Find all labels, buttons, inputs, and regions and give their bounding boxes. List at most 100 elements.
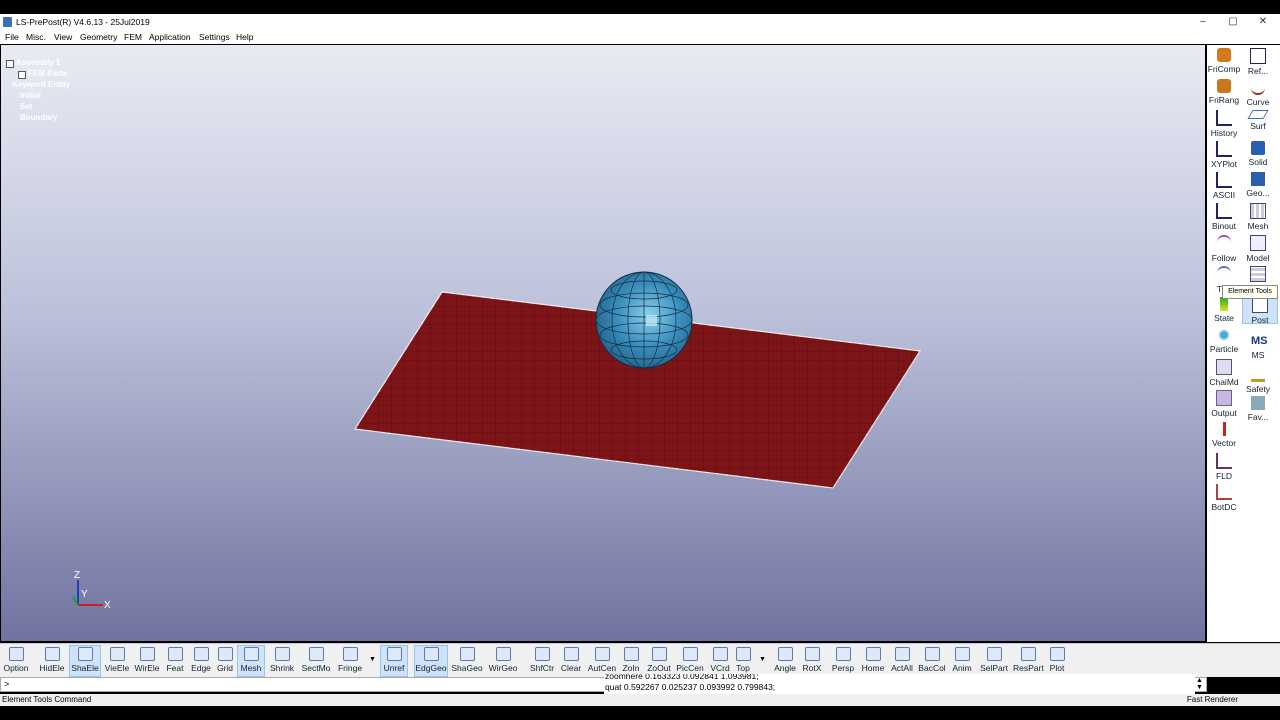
toolbar-piccen-button[interactable]: PicCen [675,646,705,676]
element-tools-button[interactable] [1241,266,1275,284]
mesh-icon [1250,203,1266,219]
mesh-button[interactable]: Mesh [1241,203,1275,231]
favorites-button[interactable]: Fav... [1241,396,1275,422]
view-coord-icon [712,647,728,661]
close-button[interactable]: ✕ [1252,15,1274,29]
solid-button[interactable]: Solid [1241,141,1275,167]
surface-button[interactable]: Surf [1241,110,1275,131]
fringe-dropdown-icon[interactable]: ▼ [369,656,376,663]
menu-view[interactable]: View [54,32,72,42]
toolbar-wirele-button[interactable]: WirEle [133,646,161,676]
toolbar-label: Angle [774,663,796,673]
minimize-button[interactable]: – [1192,15,1214,29]
history-button[interactable]: History [1207,110,1241,138]
toolbar-hidele-button[interactable]: HidEle [37,646,67,676]
curve-button[interactable]: Curve [1241,79,1275,107]
frirang-button[interactable]: FriRang [1207,79,1241,105]
toolbar-shaele-button[interactable]: ShaEle [69,645,101,677]
toolbar-home-button[interactable]: Home [861,646,885,676]
tree-checkbox-fem-parts[interactable] [18,71,26,79]
toolbar-persp-button[interactable]: Persp [831,646,855,676]
menu-file[interactable]: File [5,32,19,42]
menu-geometry[interactable]: Geometry [80,32,117,42]
menu-help[interactable]: Help [236,32,253,42]
toolbar-option-button[interactable]: Option [3,646,29,676]
toolbar-selpart-button[interactable]: SelPart [979,646,1009,676]
particle-button[interactable]: Particle [1207,328,1241,354]
toolbar-label: HidEle [39,663,65,673]
toolbar-unref-button[interactable]: Unref [380,645,408,677]
element-tools-icon [1250,266,1266,282]
frinccomp-button[interactable]: FriComp [1207,48,1241,74]
vector-icon [1222,422,1226,436]
toolbar-shfctr-button[interactable]: ShfCtr [527,646,557,676]
toolbar-anim-button[interactable]: Anim [950,646,974,676]
toolbar-edge-button[interactable]: Edge [189,646,213,676]
view-dropdown-icon[interactable]: ▼ [759,656,766,663]
scroll-up-icon[interactable]: ▲ [1196,677,1206,684]
toolbar-vcrd-button[interactable]: VCrd [708,646,732,676]
toolbar-actall-button[interactable]: ActAll [890,646,914,676]
graphics-viewport[interactable]: Z Y X [1,45,1205,641]
menu-fem[interactable]: FEM [124,32,142,42]
toolbar-label: BacCol [918,663,946,673]
vector-button[interactable]: Vector [1207,422,1241,448]
toolbar-feat-button[interactable]: Feat [163,646,187,676]
toolbar-top-button[interactable]: Top [733,646,753,676]
toolbar-rotx-button[interactable]: RotX [800,646,824,676]
toolbar-autcen-button[interactable]: AutCen [587,646,617,676]
follow-button[interactable]: Follow [1207,235,1241,263]
chaimd-button[interactable]: ChaiMd [1207,359,1241,387]
scroll-down-icon[interactable]: ▼ [1196,684,1206,691]
toolbar-baccol-button[interactable]: BacCol [918,646,946,676]
fringe-range-icon [1217,79,1231,93]
toolbar-mesh-button[interactable]: Mesh [237,645,265,677]
toolbar-edggeo-button[interactable]: EdgGeo [414,645,448,677]
favorites-icon [1251,396,1265,410]
toolbar-plot-button[interactable]: Plot [1046,646,1068,676]
menu-application[interactable]: Application [149,32,191,42]
toolbar-sectmo-button[interactable]: SectMo [300,646,332,676]
follow-icon [1217,235,1231,251]
tree-item-set[interactable]: Set [20,102,32,111]
fld-button[interactable]: FLD [1207,453,1241,481]
toolbar-wirgeo-button[interactable]: WirGeo [487,646,519,676]
output-button[interactable]: Output [1207,390,1241,418]
reference-button[interactable]: Ref... [1241,48,1275,76]
botdc-button[interactable]: BotDC [1207,484,1241,512]
tree-item-initial[interactable]: Initial [20,91,41,100]
impact-sphere[interactable] [595,271,693,369]
xyplot-button[interactable]: XYPlot [1207,141,1241,169]
tree-checkbox-assembly[interactable] [6,60,14,68]
message-scrollbar[interactable]: ▲ ▼ [1196,677,1206,693]
model-button[interactable]: Model [1241,235,1275,263]
toolbar-zoin-button[interactable]: ZoIn [619,646,643,676]
option-icon [8,647,24,661]
toolbar-respart-button[interactable]: ResPart [1013,646,1044,676]
toolbar-clear-button[interactable]: Clear [558,646,584,676]
menu-misc[interactable]: Misc. [26,32,46,42]
tree-item-assembly[interactable]: Assembly 1 [16,58,60,67]
toolbar-shageo-button[interactable]: ShaGeo [451,646,483,676]
maximize-button[interactable]: ▢ [1222,15,1244,29]
toolbar-shrink-button[interactable]: Shrink [268,646,296,676]
bottom-toolbar: Option HidEle ShaEle VieEle WirEle Feat Edge Gr… [0,643,1280,677]
toolbar-fringe-button[interactable]: Fringe [336,646,364,676]
tree-item-fem-parts[interactable]: FEM Parts [28,69,67,78]
toolbar-grid-button[interactable]: Grid [214,646,236,676]
toolbar-angle-button[interactable]: Angle [772,646,798,676]
toolbar-vieele-button[interactable]: VieEle [102,646,132,676]
chain-model-icon [1216,359,1232,375]
ms-button[interactable]: MS MS [1241,334,1275,360]
angle-icon [777,647,793,661]
tree-item-boundary[interactable]: Boundary [20,113,57,122]
ascii-button[interactable]: ASCII [1207,172,1241,200]
menu-settings[interactable]: Settings [199,32,230,42]
tree-item-keyword[interactable]: Keyword Entity [12,80,70,89]
geometry-tools-button[interactable]: Geo... [1241,172,1275,198]
binout-button[interactable]: Binout [1207,203,1241,231]
state-button[interactable]: State [1207,297,1241,323]
post-button[interactable]: Post [1242,296,1278,325]
safety-button[interactable]: Safety [1241,365,1275,394]
toolbar-zoout-button[interactable]: ZoOut [646,646,672,676]
